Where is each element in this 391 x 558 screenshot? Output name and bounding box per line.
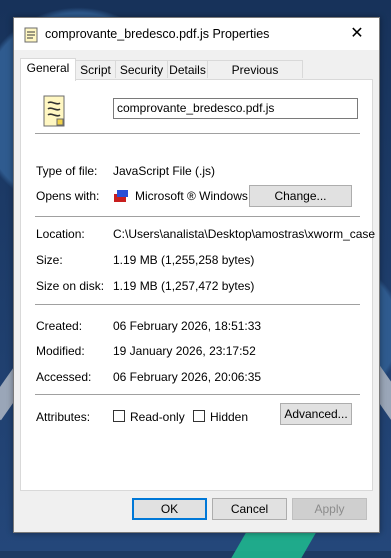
- size-value: 1.19 MB (1,255,258 bytes): [113, 253, 255, 267]
- divider: [35, 133, 360, 134]
- created-value: 06 February 2026, 18:51:33: [113, 319, 262, 333]
- accessed-value: 06 February 2026, 20:06:35: [113, 370, 262, 384]
- type-value: JavaScript File (.js): [113, 164, 216, 178]
- title-bar[interactable]: comprovante_bredesco.pdf.js Properties ✕: [14, 18, 379, 50]
- divider: [35, 304, 360, 305]
- readonly-label: Read-only: [130, 410, 185, 424]
- close-button[interactable]: ✕: [335, 18, 379, 50]
- location-value: C:\Users\analista\Desktop\amostras\xworm…: [113, 227, 376, 241]
- divider: [35, 394, 360, 395]
- properties-dialog: comprovante_bredesco.pdf.js Properties ✕…: [13, 17, 380, 533]
- script-file-icon: [24, 27, 38, 43]
- hidden-checkbox[interactable]: [193, 410, 205, 422]
- tab-previous-versions[interactable]: Previous Versions: [207, 60, 303, 95]
- file-name-field[interactable]: comprovante_bredesco.pdf.js: [113, 98, 358, 119]
- modified-value: 19 January 2026, 23:17:52: [113, 344, 256, 358]
- change-button[interactable]: Change...: [249, 185, 352, 207]
- size-label: Size:: [36, 253, 63, 267]
- created-label: Created:: [36, 319, 83, 333]
- advanced-button[interactable]: Advanced...: [280, 403, 352, 425]
- tab-details[interactable]: Details: [167, 60, 208, 78]
- general-panel: comprovante_bredesco.pdf.js Type of file…: [20, 79, 376, 491]
- ok-button[interactable]: OK: [132, 498, 207, 520]
- opens-with-label: Opens with:: [36, 189, 100, 203]
- tab-script[interactable]: Script: [75, 60, 116, 78]
- apply-button[interactable]: Apply: [292, 498, 367, 520]
- modified-label: Modified:: [36, 344, 85, 358]
- location-label: Location:: [36, 227, 85, 241]
- type-label: Type of file:: [36, 164, 98, 178]
- cancel-button[interactable]: Cancel: [212, 498, 287, 520]
- attributes-label: Attributes:: [36, 410, 91, 424]
- readonly-checkbox[interactable]: [113, 410, 125, 422]
- windows-script-host-icon: [114, 190, 128, 202]
- divider: [35, 216, 360, 217]
- tab-security[interactable]: Security: [115, 60, 168, 78]
- size-on-disk-value: 1.19 MB (1,257,472 bytes): [113, 279, 255, 293]
- tab-general[interactable]: General: [20, 58, 76, 81]
- accessed-label: Accessed:: [36, 370, 92, 384]
- script-file-icon: [43, 95, 65, 127]
- size-on-disk-label: Size on disk:: [36, 279, 105, 293]
- hidden-label: Hidden: [210, 410, 249, 424]
- opens-with-value: Microsoft ® Windows B: [135, 189, 260, 203]
- window-title: comprovante_bredesco.pdf.js Properties: [45, 27, 270, 41]
